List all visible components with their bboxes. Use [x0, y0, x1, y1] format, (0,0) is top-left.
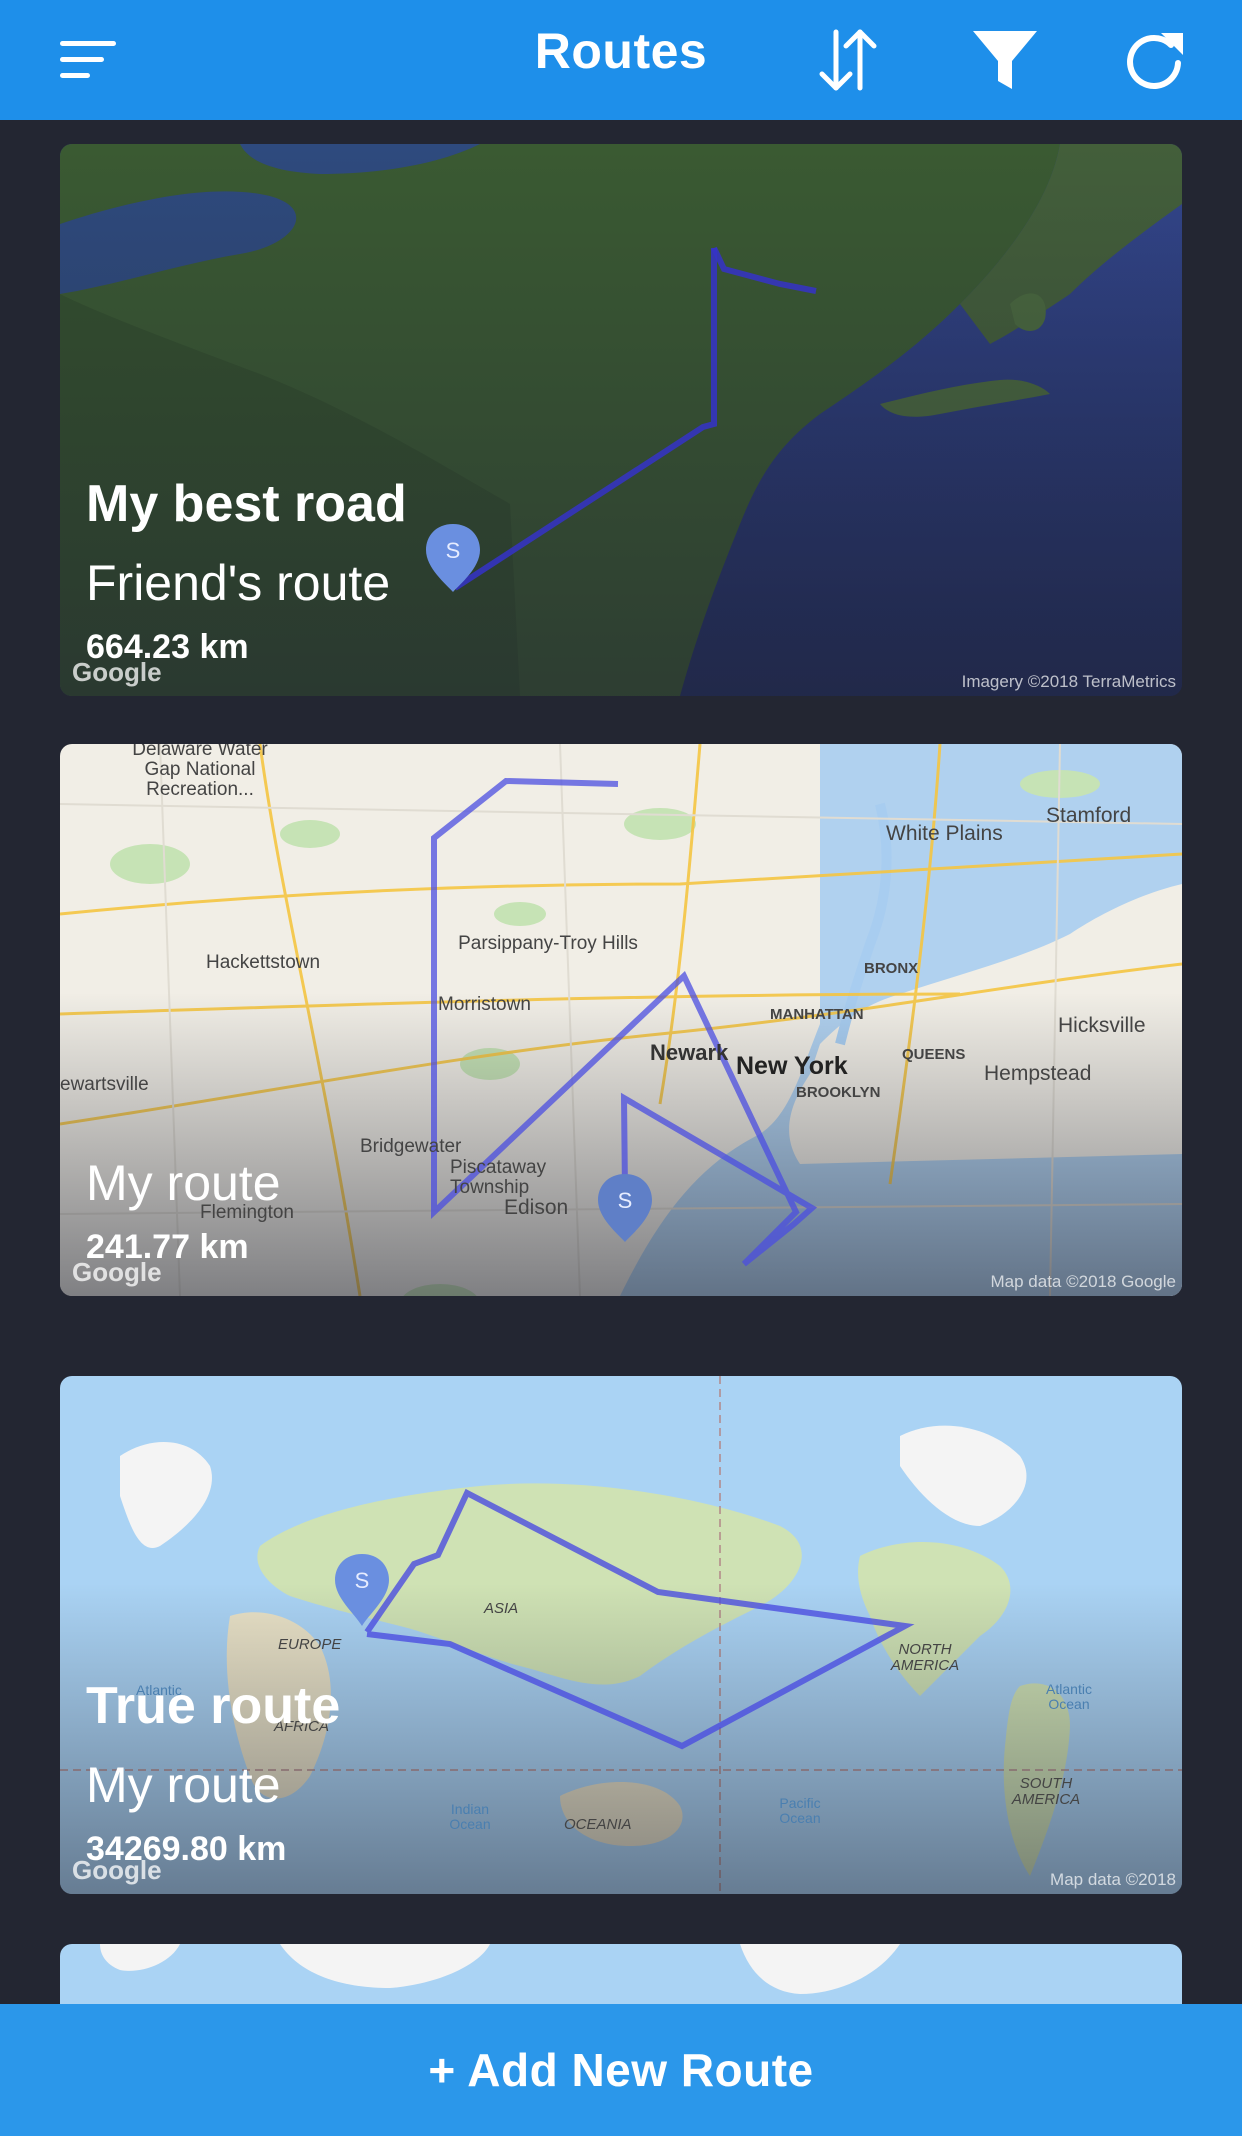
map-label-edison: Edison	[504, 1196, 569, 1219]
route-owner: My route	[86, 1757, 281, 1813]
google-logo: Google	[72, 1257, 162, 1287]
sort-arrows-icon	[819, 29, 877, 91]
add-new-route-button[interactable]: + Add New Route	[0, 2004, 1242, 2136]
top-app-bar: Routes	[0, 0, 1242, 120]
map-label-asia: ASIA	[484, 1600, 519, 1617]
svg-text:S: S	[355, 1568, 370, 1593]
refresh-icon	[1127, 33, 1183, 89]
map-label-brooklyn: BROOKLYN	[796, 1084, 881, 1101]
map-label-stewartsville: ewartsville	[60, 1074, 149, 1095]
map-label-oceania: OCEANIA	[564, 1816, 632, 1833]
map-label-piscataway: Piscataway Township	[450, 1157, 547, 1198]
map-label-parsippany: Parsippany-Troy Hills	[458, 933, 638, 954]
map-label-bridgewater: Bridgewater	[360, 1136, 462, 1157]
map-label-hempstead: Hempstead	[984, 1062, 1092, 1085]
map-label-manhattan: MANHATTAN	[770, 1006, 864, 1023]
map-label-atlantic-right: Atlantic Ocean	[1046, 1681, 1092, 1712]
google-logo: Google	[72, 657, 162, 687]
funnel-filter-icon	[973, 31, 1037, 89]
map-label-north-america: NORTH AMERICA	[890, 1641, 960, 1674]
map-label-new-york: New York	[736, 1052, 848, 1080]
map-label-bronx: BRONX	[864, 960, 919, 977]
page-title: Routes	[534, 23, 708, 79]
map-label-south-america: SOUTH AMERICA	[1011, 1775, 1081, 1808]
map-label-queens: QUEENS	[902, 1046, 966, 1063]
map-label-pacific: Pacific Ocean	[779, 1795, 821, 1826]
map-label-white-plains: White Plains	[886, 822, 1003, 845]
map-label-newark: Newark	[650, 1040, 729, 1065]
routes-screen: Routes S My best road Friend's route 664…	[0, 0, 1242, 2136]
map-credit: Imagery ©2018 TerraMetrics	[961, 672, 1176, 691]
map-label-delaware: Delaware Water Gap National Recreation..…	[132, 744, 268, 800]
route-owner: Friend's route	[86, 555, 391, 611]
route-card[interactable]: S ASIA EUROPE AFRICA NORTH AMERICA SOUTH…	[60, 1376, 1182, 1894]
route-name: True route	[86, 1677, 341, 1735]
map-credit: Map data ©2018	[1050, 1870, 1176, 1889]
map-label-morristown: Morristown	[438, 994, 531, 1015]
route-card[interactable]: S Delaware Water Gap National Recreation…	[60, 744, 1182, 1296]
map-label-hackettstown: Hackettstown	[206, 952, 321, 973]
sort-button[interactable]	[798, 10, 898, 110]
svg-text:S: S	[618, 1188, 633, 1213]
satellite-map-thumbnail: S	[60, 144, 1182, 696]
map-label-indian: Indian Ocean	[449, 1801, 491, 1832]
map-label-stamford: Stamford	[1046, 804, 1132, 827]
add-new-route-label: + Add New Route	[428, 2044, 814, 2096]
refresh-button[interactable]	[1104, 10, 1204, 110]
route-owner: My route	[86, 1155, 281, 1211]
google-logo: Google	[72, 1855, 162, 1885]
svg-text:S: S	[446, 538, 461, 563]
map-label-hicksville: Hicksville	[1058, 1014, 1146, 1037]
map-credit: Map data ©2018 Google	[990, 1272, 1177, 1291]
filter-button[interactable]	[955, 10, 1055, 110]
route-name: My best road	[86, 475, 407, 533]
map-label-europe: EUROPE	[278, 1636, 342, 1653]
route-card[interactable]: S My best road Friend's route 664.23 km …	[60, 144, 1182, 696]
